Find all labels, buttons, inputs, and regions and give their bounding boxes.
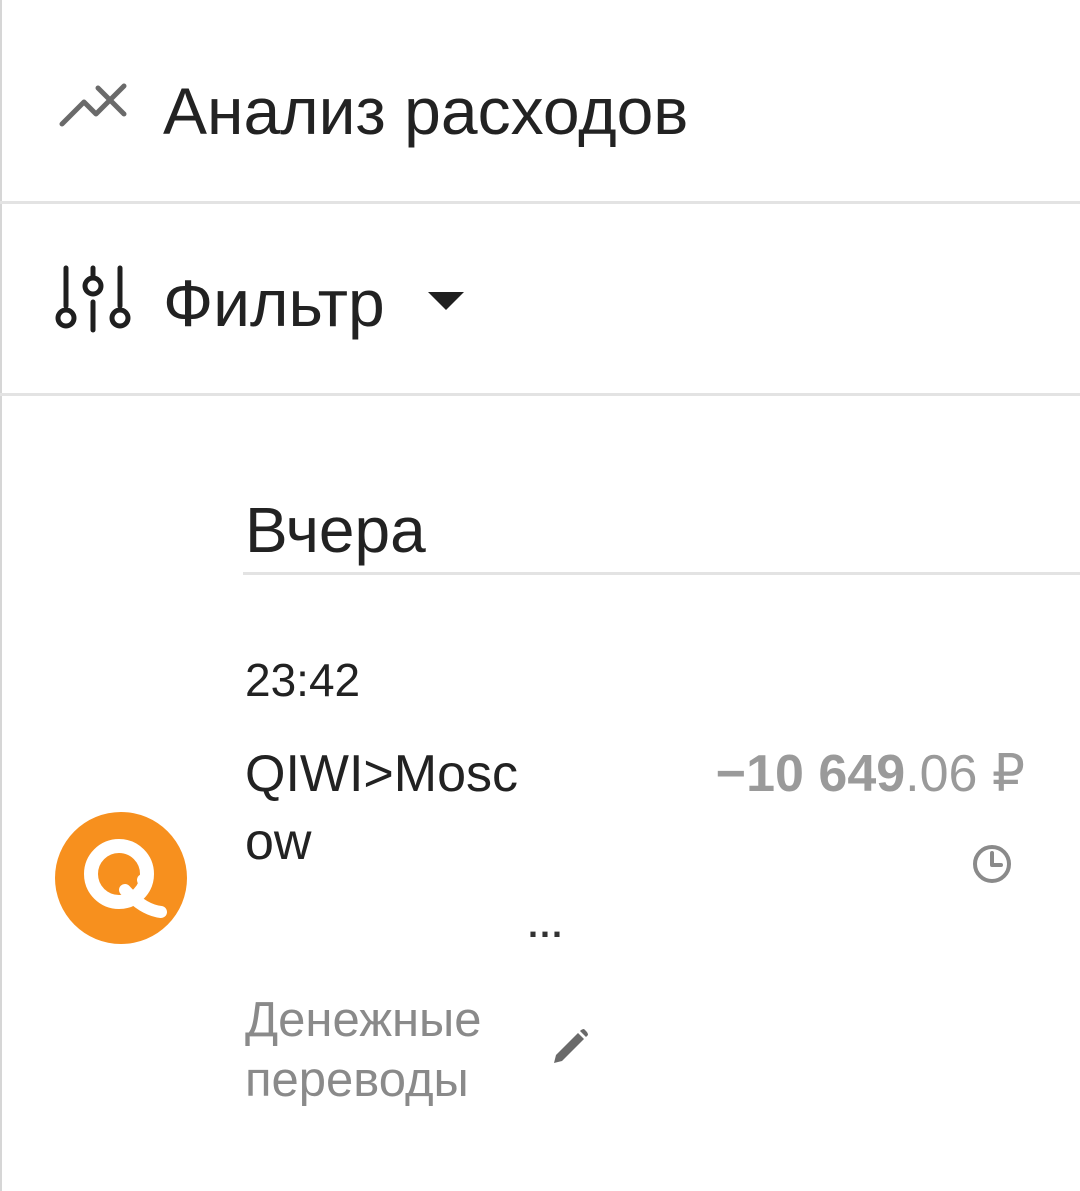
more-button[interactable]: ... [528, 905, 564, 945]
date-divider [243, 572, 1080, 575]
transaction-merchant[interactable]: QIWI>Moscow [245, 740, 545, 876]
divider [0, 393, 1080, 396]
amount-fraction: .06 ₽ [905, 745, 1025, 803]
pencil-icon[interactable] [548, 1025, 592, 1069]
clock-icon [973, 845, 1011, 883]
transaction-category[interactable]: Денежные переводы [245, 990, 545, 1110]
caret-down-icon[interactable] [428, 292, 464, 312]
expense-analysis-label: Анализ расходов [163, 74, 689, 148]
qiwi-logo [55, 812, 187, 944]
transaction-amount: −10 649.06 ₽ [716, 740, 1025, 808]
trend-icon [59, 83, 127, 127]
transaction-time: 23:42 [245, 654, 361, 706]
amount-integer: −10 649 [715, 745, 906, 803]
sliders-icon [55, 265, 131, 333]
date-group-label: Вчера [245, 494, 426, 566]
filter-button[interactable] [0, 222, 1080, 382]
divider [0, 201, 1080, 204]
filter-label: Фильтр [163, 266, 385, 340]
